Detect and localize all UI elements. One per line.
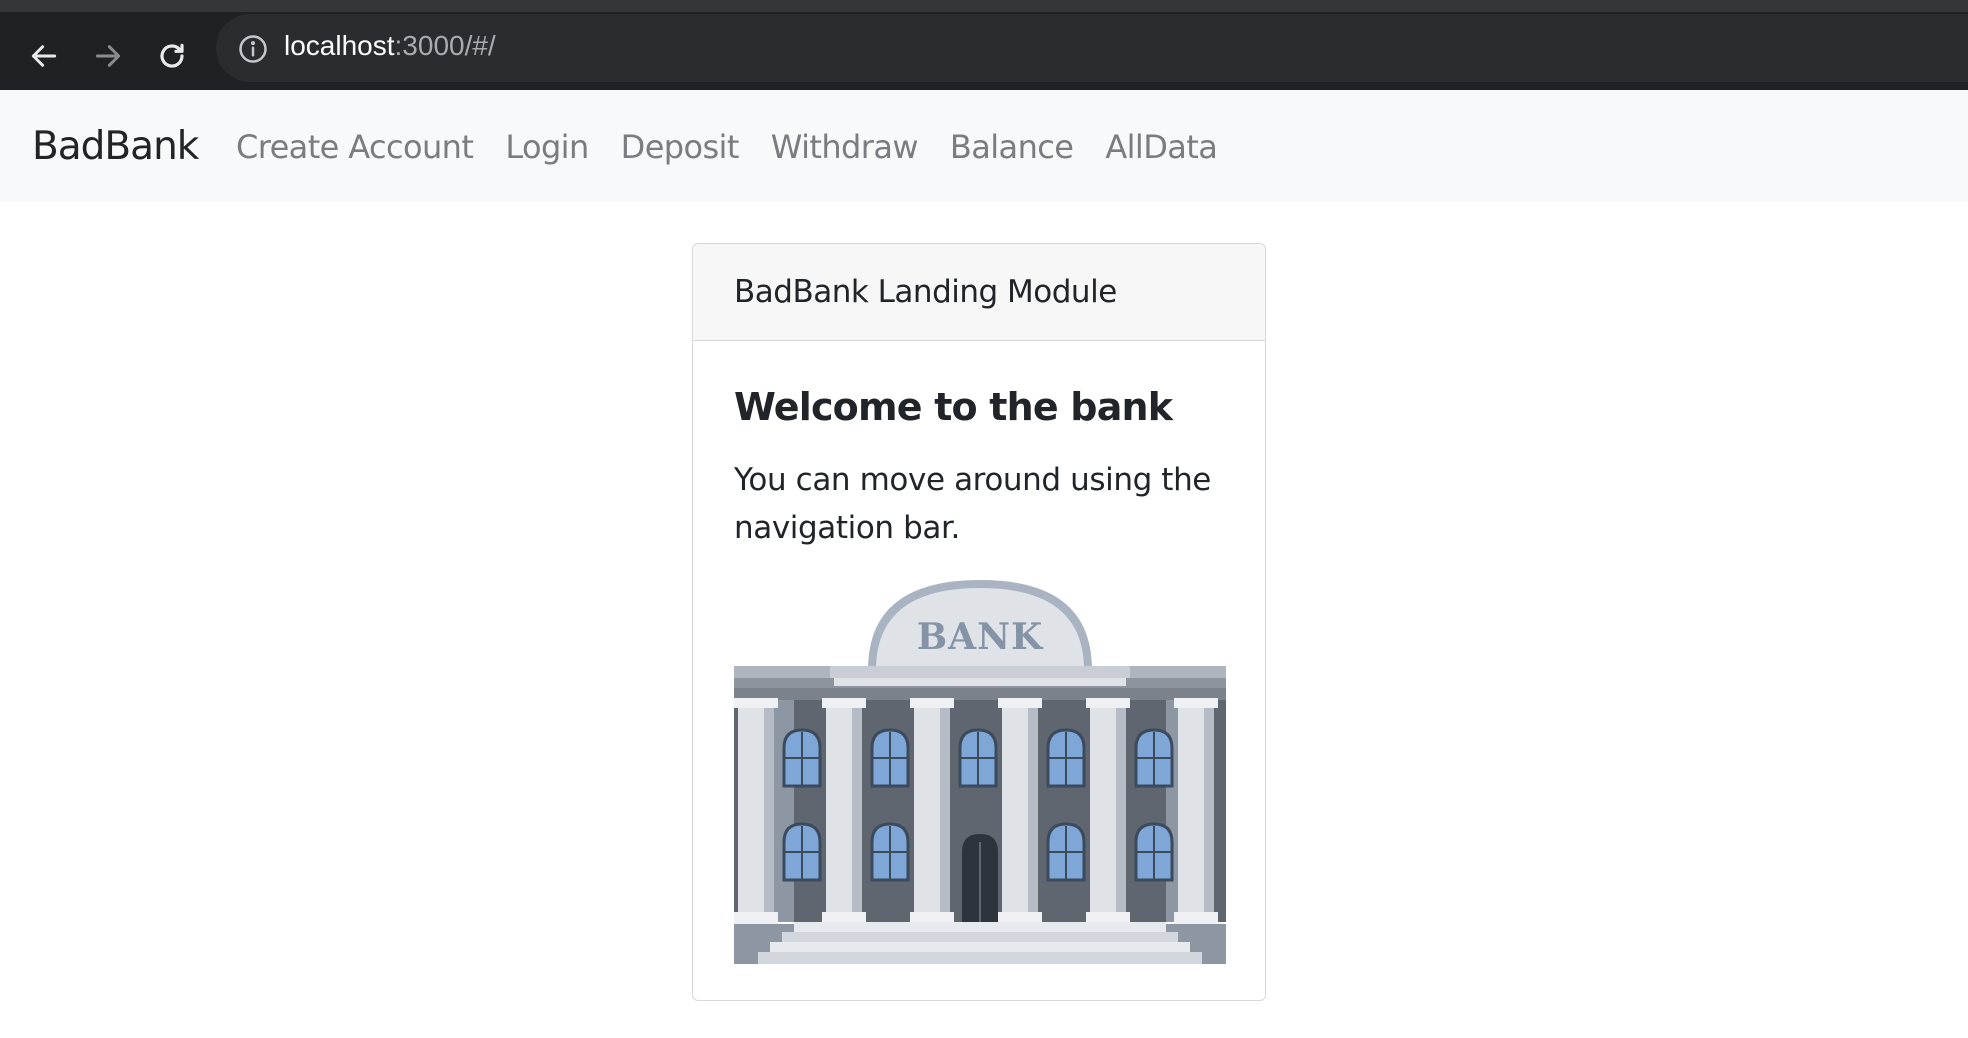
reload-button[interactable] (152, 36, 192, 76)
reload-icon (160, 43, 184, 68)
nav-links: Create Account Login Deposit Withdraw Ba… (236, 128, 1249, 166)
bank-building-image: BANK (734, 580, 1226, 964)
nav-link-create-account[interactable]: Create Account (236, 128, 474, 166)
card-header-title: BadBank Landing Module (734, 274, 1117, 310)
nav-link-login[interactable]: Login (505, 128, 589, 166)
url-path: :3000/#/ (394, 30, 496, 61)
back-button[interactable] (24, 36, 64, 76)
app-navbar: BadBank Create Account Login Deposit Wit… (0, 90, 1968, 202)
card-header: BadBank Landing Module (693, 244, 1265, 341)
brand-link[interactable]: BadBank (32, 124, 199, 169)
arrow-right-icon (95, 45, 121, 67)
address-bar[interactable]: localhost:3000/#/ (216, 14, 1968, 82)
info-icon[interactable] (238, 34, 268, 64)
card-title: Welcome to the bank (734, 385, 1173, 429)
nav-link-withdraw[interactable]: Withdraw (771, 128, 919, 166)
bank-sign-text: BANK (917, 616, 1044, 658)
nav-link-alldata[interactable]: AllData (1105, 128, 1217, 166)
browser-toolbar: localhost:3000/#/ (0, 0, 1968, 90)
landing-card: BadBank Landing Module Welcome to the ba… (692, 243, 1266, 1001)
card-text: You can move around using the navigation… (734, 462, 1211, 546)
url-text[interactable]: localhost:3000/#/ (284, 30, 496, 62)
forward-button[interactable] (88, 36, 128, 76)
nav-link-deposit[interactable]: Deposit (621, 128, 740, 166)
url-host: localhost (284, 30, 395, 61)
nav-link-balance[interactable]: Balance (950, 128, 1074, 166)
arrow-left-icon (31, 45, 57, 67)
